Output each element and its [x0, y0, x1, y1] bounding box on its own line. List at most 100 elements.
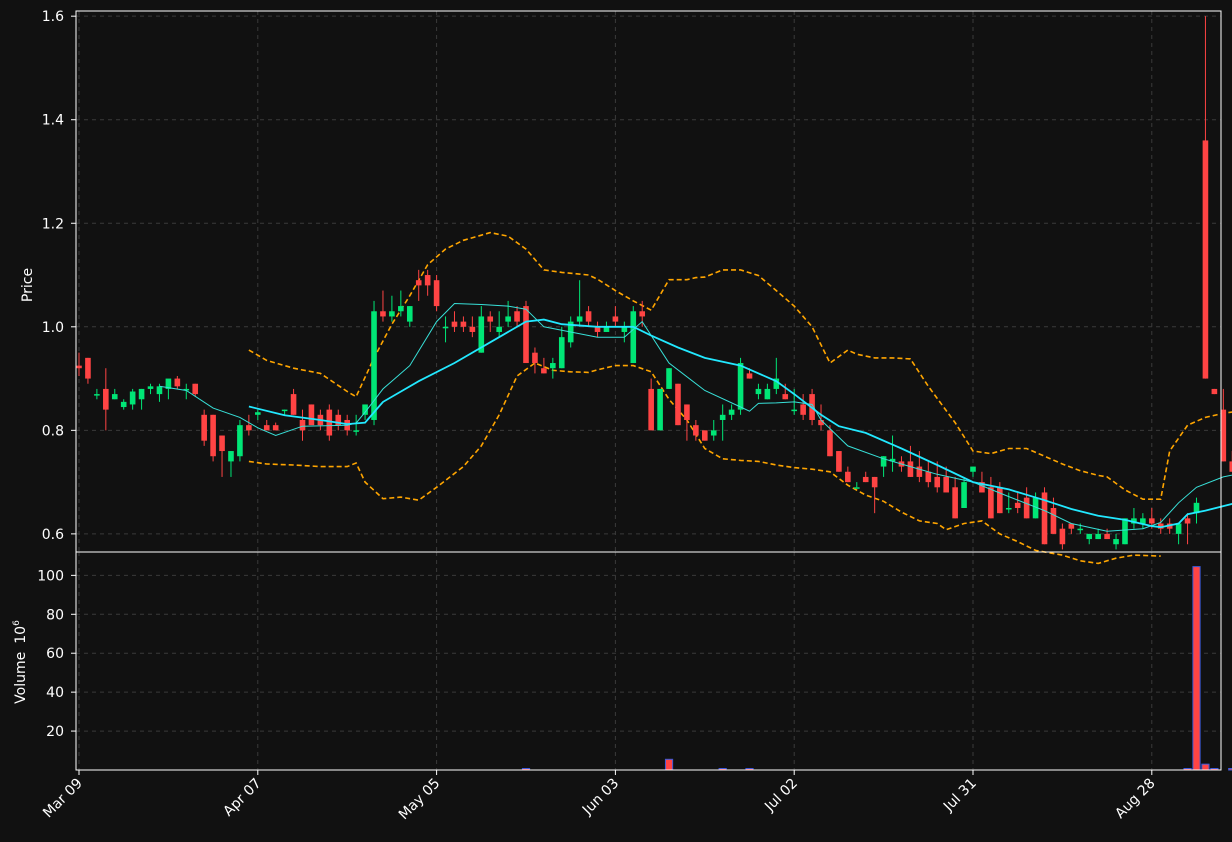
candle-body — [862, 476, 869, 483]
candle-body — [398, 306, 404, 312]
candle — [657, 388, 663, 431]
candle-body — [728, 409, 735, 415]
candle-body — [1014, 502, 1021, 508]
candle-body — [1149, 518, 1155, 524]
candle-body — [630, 311, 637, 364]
candle-body — [907, 461, 914, 477]
candle-body — [755, 388, 762, 395]
price-axis-title: Price — [20, 268, 36, 302]
candle-body — [558, 337, 565, 369]
candle-body — [281, 409, 288, 412]
candle-body — [138, 388, 145, 400]
candle-body — [675, 383, 681, 426]
candle-body — [308, 404, 315, 426]
candle-body — [290, 394, 297, 415]
candle-body — [871, 476, 878, 488]
candle — [675, 383, 681, 426]
candle-body — [550, 363, 556, 369]
candle-body — [1005, 507, 1012, 510]
candle-body — [406, 306, 413, 322]
candle-body — [94, 394, 100, 396]
candle-body — [639, 311, 646, 317]
candle-body — [988, 487, 994, 519]
volume-bar — [1201, 763, 1210, 771]
price-y-tick-label: 0.8 — [42, 423, 64, 439]
candle-body — [1050, 507, 1057, 534]
candle-body — [702, 430, 708, 441]
candle-body — [147, 386, 154, 389]
candle-body — [1077, 528, 1084, 531]
price-y-tick-label: 1.2 — [42, 216, 64, 232]
candle-body — [1059, 528, 1066, 545]
candle-body — [442, 326, 449, 329]
candle-body — [496, 326, 502, 332]
candle — [371, 300, 377, 426]
candle-body — [451, 321, 458, 327]
candle-body — [934, 476, 941, 488]
candle-body — [514, 311, 520, 322]
candle-body — [246, 425, 252, 431]
candle-body — [1023, 497, 1030, 519]
candle-body — [380, 311, 386, 317]
candle-body — [997, 487, 1003, 514]
candle — [1122, 518, 1128, 545]
candle-body — [853, 487, 860, 489]
candle-body — [684, 404, 690, 420]
candle-body — [1104, 533, 1110, 540]
price-y-tick-label: 1.0 — [42, 320, 64, 336]
candle-body — [1122, 518, 1128, 545]
candle-body — [970, 466, 976, 472]
candle-body — [541, 368, 547, 374]
candle — [702, 430, 708, 441]
candle-body — [433, 280, 440, 307]
price-y-tick-label: 1.6 — [42, 9, 64, 25]
candle-body — [415, 280, 422, 286]
candle-body — [389, 311, 395, 317]
candle-body — [827, 430, 833, 457]
volume-axis-unit-base: 10 — [13, 626, 29, 644]
volume-axis-label: Volume — [13, 652, 29, 704]
candle-body — [469, 326, 476, 332]
candle-body — [192, 383, 199, 395]
candle-body — [210, 414, 216, 457]
candle — [666, 368, 672, 389]
price-y-tick-label: 1.4 — [42, 113, 64, 129]
candle-body — [174, 378, 181, 387]
price-y-tick-label: 0.6 — [42, 527, 64, 543]
volume-y-tick-label: 40 — [46, 685, 64, 701]
volume-axis-title: Volume 106 — [12, 620, 29, 704]
chart-background — [0, 0, 1232, 842]
candle-body — [85, 357, 91, 379]
candle-body — [1211, 388, 1218, 395]
candle-body — [943, 476, 949, 493]
candle — [1211, 388, 1218, 395]
candle-body — [487, 316, 494, 322]
candle-body — [576, 316, 583, 322]
candle-body — [272, 425, 279, 431]
candle-body — [255, 412, 261, 415]
candle-body — [764, 388, 771, 400]
volume-bar — [664, 758, 674, 771]
candle-body — [612, 316, 619, 322]
volume-y-tick-label: 80 — [46, 607, 64, 623]
candle-body — [1113, 539, 1119, 545]
candle — [308, 404, 315, 426]
volume-axis-unit-exponent: 6 — [12, 620, 22, 626]
candle-body — [952, 487, 958, 519]
candle-body — [201, 414, 207, 441]
candle-body — [800, 404, 806, 415]
candle — [836, 451, 842, 472]
candle — [433, 275, 440, 312]
volume-y-tick-label: 100 — [37, 568, 64, 584]
candlestick-chart: 0.60.81.01.21.41.6 20406080100 Mar 09 Apr… — [0, 0, 1232, 842]
candle-body — [1086, 533, 1093, 540]
candle-body — [532, 352, 538, 364]
candle-body — [103, 388, 109, 410]
candle-body — [585, 311, 592, 322]
volume-bar — [1228, 768, 1232, 771]
candle-body — [791, 409, 797, 412]
candle — [201, 409, 207, 446]
candle-body — [961, 482, 967, 508]
candle-body — [129, 391, 136, 405]
candle-body — [666, 368, 672, 389]
